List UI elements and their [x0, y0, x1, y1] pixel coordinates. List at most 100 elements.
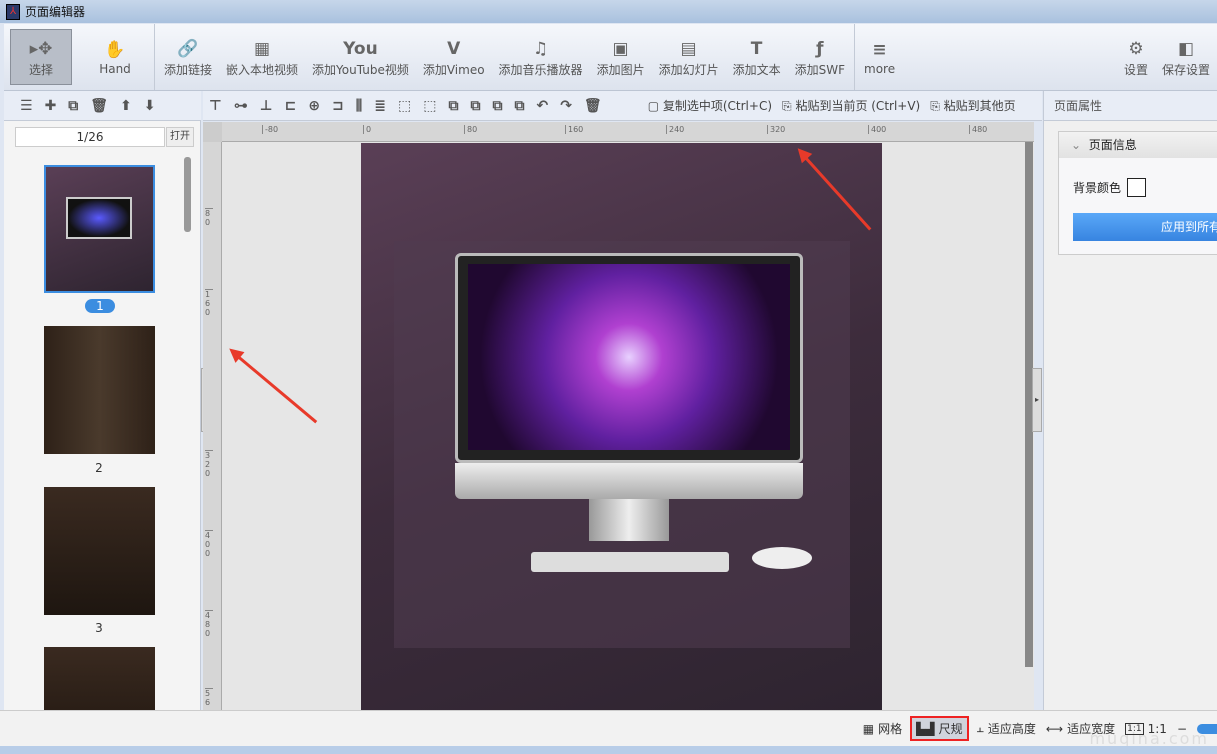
ruler-tick-label: 320 [205, 450, 213, 478]
list-icon[interactable]: ☰ [20, 98, 33, 114]
collapse-right-panel-button[interactable]: ▸ [1032, 368, 1042, 432]
grid-label: 网格 [878, 720, 902, 737]
embed-video-button[interactable]: ▦嵌入本地视频 [219, 24, 305, 90]
ruler-label: 尺规 [939, 720, 963, 737]
paste-current-button[interactable]: ⎘ 粘贴到当前页 (Ctrl+V) [782, 97, 920, 114]
delete-page-icon[interactable]: 🗑 [90, 98, 108, 114]
fit-height-icon: ⫠ [977, 721, 984, 736]
page-thumbnail-1[interactable] [44, 165, 155, 293]
page-thumbnail-4[interactable] [44, 647, 155, 710]
bring-forward-icon[interactable]: ⧉ [470, 98, 480, 114]
add-music-button[interactable]: ♫添加音乐播放器 [492, 24, 590, 90]
horizontal-ruler: -80080160240320400480 [222, 122, 1034, 142]
page-info-section-header[interactable]: ⌄ 页面信息 [1059, 132, 1217, 158]
cursor-move-icon: ▸✥ [30, 37, 53, 61]
save-settings-button[interactable]: ◧保存设置 [1155, 24, 1217, 90]
add-swf-button[interactable]: ƒ添加SWF [788, 24, 852, 90]
same-width-icon[interactable]: ⬚ [398, 98, 411, 114]
add-link-button[interactable]: 🔗添加链接 [157, 24, 219, 90]
fit-width-icon: ⟷ [1046, 722, 1063, 736]
align-bottom-icon[interactable]: ⊥ [260, 98, 273, 114]
add-swf-label: 添加SWF [795, 61, 845, 78]
monitor-image [455, 253, 803, 463]
distribute-v-icon[interactable]: ≣ [374, 98, 386, 114]
add-youtube-label: 添加YouTube视频 [312, 61, 409, 78]
move-down-icon[interactable]: ⬇ [144, 98, 156, 114]
ruler-tick-label: 80 [205, 208, 213, 227]
send-backward-icon[interactable]: ⧉ [492, 98, 502, 114]
bring-front-icon[interactable]: ⧉ [448, 98, 458, 114]
more-label: more [864, 62, 895, 76]
move-up-icon[interactable]: ⬆ [120, 98, 132, 114]
add-page-icon[interactable]: ✚ [45, 98, 57, 114]
add-music-label: 添加音乐播放器 [499, 61, 583, 78]
window-bottom-border [0, 746, 1217, 754]
align-middle-icon[interactable]: ⊶ [234, 98, 248, 114]
editor-canvas[interactable] [222, 142, 1034, 710]
undo-icon[interactable]: ↶ [536, 98, 548, 114]
thumbnail-monitor [66, 197, 132, 239]
properties-title: 页面属性 [1044, 91, 1217, 121]
hand-button[interactable]: ✋Hand [78, 24, 152, 90]
distribute-h-icon[interactable]: ⫼ [356, 98, 362, 114]
fit-height-button[interactable]: ⫠适应高度 [977, 720, 1036, 737]
save-settings-label: 保存设置 [1162, 61, 1210, 78]
duplicate-page-icon[interactable]: ⧉ [68, 98, 78, 114]
add-vimeo-button[interactable]: V添加Vimeo [416, 24, 492, 90]
more-button[interactable]: ≡more [857, 24, 902, 90]
monitor-screen [468, 264, 790, 450]
ruler-tick-label: 400 [205, 530, 213, 558]
page-number-input[interactable]: 1/26 [15, 127, 165, 147]
add-image-button[interactable]: ▣添加图片 [590, 24, 652, 90]
edit-toolbar: ⊤ ⊶ ⊥ ⊏ ⊕ ⊐ ⫼ ≣ ⬚ ⬚ ⧉ ⧉ ⧉ ⧉ ↶ ↷ 🗑 ▢ 复制选中… [203, 91, 1042, 121]
page-thumbnail-2[interactable] [44, 326, 155, 454]
flash-icon: ƒ [816, 37, 823, 61]
settings-button[interactable]: ⚙设置 [1117, 24, 1155, 90]
vimeo-icon: V [447, 37, 460, 61]
thumbnail-scrollbar[interactable] [184, 157, 191, 232]
add-youtube-button[interactable]: You添加YouTube视频 [305, 24, 416, 90]
apply-to-all-button[interactable]: 应用到所有 [1073, 213, 1217, 241]
status-bar: ▦网格 ▙▟尺规 ⫠适应高度 ⟷适应宽度 1:11:1 − muqina.com [0, 710, 1217, 746]
app-icon: ⅄ [6, 4, 20, 20]
align-left-icon[interactable]: ⊏ [285, 98, 297, 114]
page-thumbnail-3[interactable] [44, 487, 155, 615]
bg-color-label: 背景颜色 [1073, 179, 1121, 196]
grid-toggle[interactable]: ▦网格 [863, 720, 902, 737]
monitor-stand [589, 499, 669, 541]
ruler-toggle[interactable]: ▙▟ 尺规 [912, 718, 966, 739]
vertical-ruler: 8016032040048056 [203, 142, 222, 710]
keyboard-image [531, 552, 729, 572]
add-text-button[interactable]: T添加文本 [726, 24, 788, 90]
open-page-button[interactable]: 打开 [166, 127, 194, 147]
ribbon-separator [854, 24, 855, 90]
align-right-icon[interactable]: ⊐ [332, 98, 344, 114]
add-slideshow-button[interactable]: ▤添加幻灯片 [652, 24, 726, 90]
title-bar: ⅄ 页面编辑器 [0, 0, 1217, 23]
ribbon-separator [154, 24, 155, 90]
ruler-icon: ▙▟ [916, 722, 934, 736]
ruler-tick-label: -80 [262, 125, 278, 134]
gear-icon: ⚙ [1128, 37, 1143, 61]
delete-icon[interactable]: 🗑 [584, 98, 602, 114]
paste-other-button[interactable]: ⎘ 粘贴到其他页 [930, 97, 1015, 114]
ribbon-toolbar: ▸✥选择✋Hand🔗添加链接▦嵌入本地视频You添加YouTube视频V添加Vi… [4, 24, 1217, 91]
add-link-label: 添加链接 [164, 61, 212, 78]
mouse-image [752, 547, 812, 569]
align-top-icon[interactable]: ⊤ [209, 98, 222, 114]
embed-video-label: 嵌入本地视频 [226, 61, 298, 78]
same-height-icon[interactable]: ⬚ [423, 98, 436, 114]
page-canvas[interactable] [361, 143, 882, 710]
page-number-3: 3 [84, 621, 114, 635]
copy-button[interactable]: ▢ 复制选中项(Ctrl+C) [648, 97, 772, 114]
bg-color-swatch[interactable] [1127, 178, 1146, 197]
youtube-icon: You [343, 37, 378, 61]
film-icon: ▦ [254, 37, 270, 61]
page-toolbar: ☰ ✚ ⧉ 🗑 ⬆ ⬇ [4, 91, 201, 121]
send-back-icon[interactable]: ⧉ [514, 98, 524, 114]
select-button[interactable]: ▸✥选择 [10, 29, 72, 85]
add-text-label: 添加文本 [733, 61, 781, 78]
redo-icon[interactable]: ↷ [560, 98, 572, 114]
ruler-tick-label: 480 [969, 125, 987, 134]
align-center-icon[interactable]: ⊕ [308, 98, 320, 114]
